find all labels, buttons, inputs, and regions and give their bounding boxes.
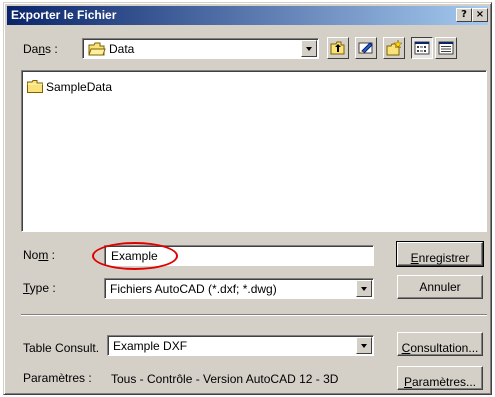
lookin-combo[interactable]: Data (82, 38, 319, 59)
cancel-button[interactable]: Annuler (397, 275, 483, 299)
close-button[interactable]: × (472, 8, 488, 22)
export-file-dialog: Exporter le Fichier ? × Dans : Data Samp… (3, 2, 492, 395)
file-type-combo[interactable]: Fichiers AutoCAD (*.dxf; *.dwg) (104, 278, 374, 299)
parameters-button[interactable]: Paramètres... (397, 366, 483, 390)
chevron-down-icon (361, 287, 367, 291)
title-bar[interactable]: Exporter le Fichier ? × (7, 6, 488, 25)
list-view-icon (414, 41, 430, 55)
file-type-dropdown-button[interactable] (356, 280, 372, 297)
chevron-down-icon (306, 47, 312, 51)
details-view-button[interactable] (435, 37, 457, 59)
open-folder-icon (88, 42, 106, 56)
details-view-icon (438, 41, 454, 55)
type-label: Type : (23, 281, 56, 295)
lookin-label: Dans : (23, 42, 58, 56)
lookin-dropdown-button[interactable] (301, 40, 317, 57)
name-label: Nom : (23, 248, 56, 262)
new-folder-icon (386, 40, 402, 56)
table-consult-combo[interactable]: Example DXF (107, 335, 374, 356)
folder-icon (27, 80, 43, 93)
file-name-value: Example (111, 249, 158, 263)
list-view-button[interactable] (411, 37, 433, 59)
file-type-value: Fichiers AutoCAD (*.dxf; *.dwg) (110, 282, 277, 296)
new-folder-button[interactable] (383, 37, 405, 59)
list-item-label: SampleData (46, 80, 113, 94)
list-item[interactable]: SampleData (27, 80, 112, 94)
dialog-title: Exporter le Fichier (11, 8, 117, 22)
desktop-button[interactable] (355, 37, 377, 59)
consultation-button[interactable]: Consultation... (397, 332, 483, 356)
table-consult-dropdown-button[interactable] (356, 337, 372, 354)
desktop-icon (358, 42, 373, 54)
parameters-value: Tous - Contrôle - Version AutoCAD 12 - 3… (111, 372, 339, 386)
chevron-down-icon (361, 344, 367, 348)
lookin-value: Data (88, 42, 134, 56)
file-list[interactable]: SampleData (21, 70, 487, 232)
save-button[interactable]: Enregistrer (396, 241, 484, 267)
table-consult-value: Example DXF (113, 339, 188, 353)
up-folder-button[interactable] (327, 37, 349, 59)
up-folder-icon (330, 41, 345, 55)
lookin-value-text: Data (109, 42, 135, 56)
separator (21, 314, 487, 316)
help-button[interactable]: ? (456, 8, 472, 22)
table-consult-label: Table Consult. (23, 341, 100, 355)
parameters-label: Paramètres : (23, 371, 92, 385)
file-name-input[interactable]: Example (104, 245, 374, 266)
